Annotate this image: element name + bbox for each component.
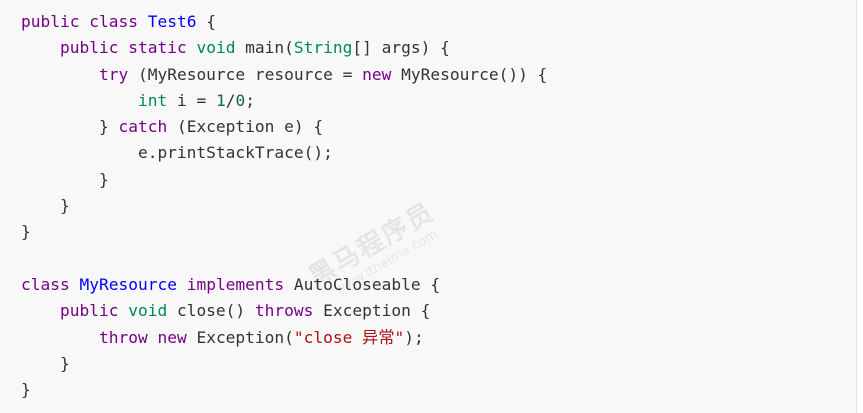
code-line: int i = 1/0; bbox=[21, 88, 547, 114]
code-token: void bbox=[196, 38, 236, 58]
code-line: } catch (Exception e) { bbox=[21, 114, 547, 140]
code-token: Exception( bbox=[186, 327, 294, 347]
code-token: (MyResource resource = bbox=[128, 64, 363, 84]
code-token: class bbox=[89, 12, 138, 31]
code-token: String bbox=[293, 38, 353, 58]
right-gutter bbox=[857, 0, 863, 413]
code-token: class bbox=[21, 274, 70, 294]
code-token: try bbox=[98, 64, 129, 84]
code-token: main( bbox=[235, 38, 294, 58]
code-token: int bbox=[137, 90, 168, 110]
code-token: (Exception e) { bbox=[167, 117, 324, 137]
code-token: } bbox=[21, 353, 70, 373]
code-line: class MyResource implements AutoCloseabl… bbox=[21, 272, 547, 298]
code-token: public bbox=[59, 38, 119, 58]
code-token: public bbox=[59, 301, 119, 321]
code-token: throw bbox=[98, 327, 148, 347]
code-token: MyResource bbox=[79, 274, 177, 294]
code-token: Exception { bbox=[313, 301, 431, 321]
code-token: new bbox=[157, 327, 187, 347]
code-token: i = bbox=[167, 90, 216, 110]
code-token: ; bbox=[245, 90, 255, 110]
code-token: 0 bbox=[235, 90, 246, 110]
code-line: public void close() throws Exception { bbox=[21, 298, 547, 324]
code-token: Test6 bbox=[147, 12, 197, 31]
code-token: public bbox=[21, 12, 80, 31]
code-token: 1 bbox=[215, 90, 226, 110]
code-token: new bbox=[362, 64, 392, 84]
code-token: e.printStackTrace(); bbox=[21, 143, 333, 163]
code-token: } bbox=[21, 222, 31, 242]
code-line: e.printStackTrace(); bbox=[21, 140, 547, 166]
code-token: { bbox=[196, 12, 216, 31]
code-block: public class Test6 { public static void … bbox=[0, 0, 857, 413]
code-line: } bbox=[21, 351, 547, 377]
code-token: ); bbox=[404, 327, 424, 347]
code-token: } bbox=[21, 117, 119, 137]
code-token: "close 异常" bbox=[293, 327, 405, 347]
code-token: catch bbox=[118, 117, 168, 137]
code-token: implements bbox=[186, 274, 285, 294]
code-text: public class Test6 { public static void … bbox=[21, 9, 547, 403]
code-line: public static void main(String[] args) { bbox=[21, 35, 547, 61]
code-token: / bbox=[225, 90, 236, 110]
code-line: } bbox=[21, 193, 547, 219]
code-token: throws bbox=[254, 301, 314, 321]
code-token: MyResource()) { bbox=[391, 64, 548, 84]
code-token: close() bbox=[167, 301, 255, 321]
code-token: } bbox=[21, 380, 31, 400]
code-token: AutoCloseable { bbox=[284, 274, 441, 294]
code-token: void bbox=[128, 301, 168, 321]
code-token: } bbox=[21, 169, 109, 189]
code-line: } bbox=[21, 219, 547, 245]
code-line: try (MyResource resource = new MyResourc… bbox=[21, 62, 547, 88]
code-line: public class Test6 { bbox=[21, 9, 547, 35]
code-token: static bbox=[128, 38, 187, 58]
code-line: } bbox=[21, 377, 547, 403]
code-token: [] args) { bbox=[352, 38, 450, 58]
code-line: } bbox=[21, 167, 547, 193]
code-token: } bbox=[21, 196, 70, 216]
code-line: throw new Exception("close 异常"); bbox=[21, 325, 547, 351]
